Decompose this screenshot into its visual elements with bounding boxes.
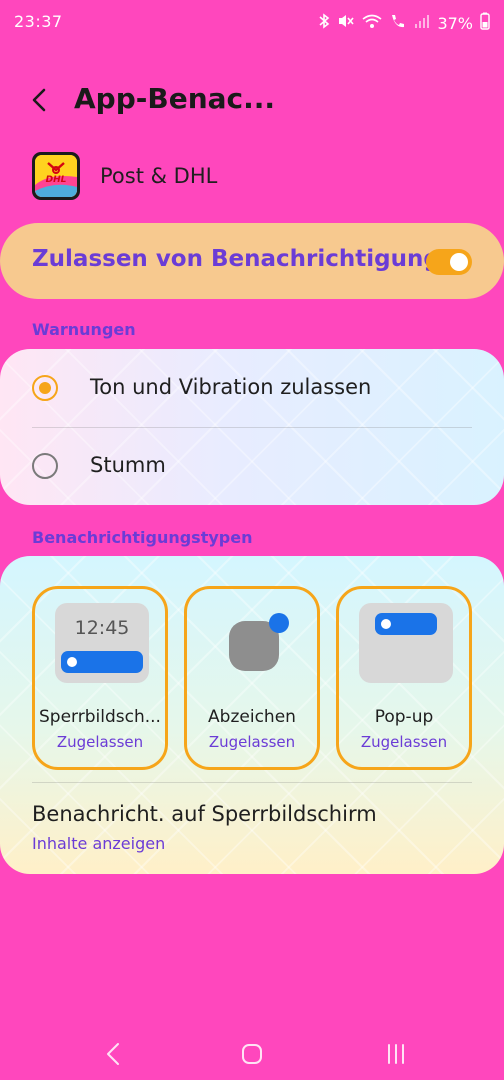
navigation-bar <box>0 1020 504 1080</box>
type-popup[interactable]: Pop-up Zugelassen <box>336 586 472 770</box>
warnings-section-label: Warnungen <box>32 320 136 339</box>
back-button[interactable] <box>26 84 56 116</box>
wifi-call-icon <box>389 13 407 34</box>
battery-icon <box>480 12 490 35</box>
status-icons: 37% <box>318 12 490 35</box>
battery-level: 37% <box>437 13 473 33</box>
mute-icon <box>337 13 355 34</box>
type-title: Abzeichen <box>208 707 296 727</box>
type-badge[interactable]: Abzeichen Zugelassen <box>184 586 320 770</box>
bluetooth-icon <box>318 13 330 34</box>
type-lockscreen[interactable]: 12:45 Sperrbildsch... Zugelassen <box>32 586 168 770</box>
nav-back-button[interactable] <box>94 1034 134 1074</box>
app-header: App-Benac... <box>0 78 504 122</box>
warnings-card: Ton und Vibration zulassen Stumm <box>0 349 504 505</box>
nav-home-button[interactable] <box>232 1034 272 1074</box>
type-status: Zugelassen <box>56 733 144 751</box>
allow-notifications-row[interactable]: Zulassen von Benachrichtigungen <box>0 223 504 299</box>
back-arrow-icon <box>32 88 46 112</box>
app-name: Post & DHL <box>100 164 218 188</box>
warning-option-mute[interactable]: Stumm <box>0 427 504 505</box>
signal-icon <box>414 13 430 34</box>
divider <box>32 782 472 783</box>
status-time: 23:37 <box>14 12 63 31</box>
radio-unselected-icon[interactable] <box>32 453 58 479</box>
dhl-app-icon: DHL <box>32 152 80 200</box>
nav-back-icon <box>107 1043 119 1065</box>
preview-time: 12:45 <box>74 617 130 639</box>
type-title: Sperrbildsch... <box>39 707 161 727</box>
page-title: App-Benac... <box>74 82 276 115</box>
nav-recents-button[interactable] <box>376 1034 416 1074</box>
popup-bar-icon <box>375 613 437 635</box>
radio-selected-icon[interactable] <box>32 375 58 401</box>
badge-preview <box>207 603 301 683</box>
warning-option-label: Stumm <box>90 453 166 477</box>
notification-types-card: 12:45 Sperrbildsch... Zugelassen Abzeich… <box>0 556 504 874</box>
app-info-row: DHL Post & DHL <box>32 152 472 200</box>
type-status: Zugelassen <box>208 733 296 751</box>
status-bar: 23:37 37% <box>0 0 504 44</box>
popup-preview <box>359 603 453 683</box>
warning-option-sound[interactable]: Ton und Vibration zulassen <box>0 349 504 427</box>
type-title: Pop-up <box>374 707 434 727</box>
badge-dot-icon <box>269 613 289 633</box>
lockscreen-notifications-title: Benachricht. auf Sperrbildschirm <box>32 802 377 826</box>
lockscreen-notifications-value: Inhalte anzeigen <box>32 834 166 853</box>
nav-home-icon <box>242 1044 262 1064</box>
notification-bar-icon <box>61 651 143 673</box>
allow-notifications-label: Zulassen von Benachrichtigungen <box>32 246 472 272</box>
types-section-label: Benachrichtigungstypen <box>32 528 253 547</box>
wifi-icon <box>362 13 382 34</box>
app-icon-label: DHL <box>46 175 67 185</box>
allow-notifications-toggle[interactable] <box>426 249 472 275</box>
lockscreen-preview: 12:45 <box>55 603 149 683</box>
warning-option-label: Ton und Vibration zulassen <box>90 375 372 399</box>
nav-recents-icon <box>388 1044 404 1064</box>
type-status: Zugelassen <box>360 733 448 751</box>
toggle-knob <box>450 253 468 271</box>
